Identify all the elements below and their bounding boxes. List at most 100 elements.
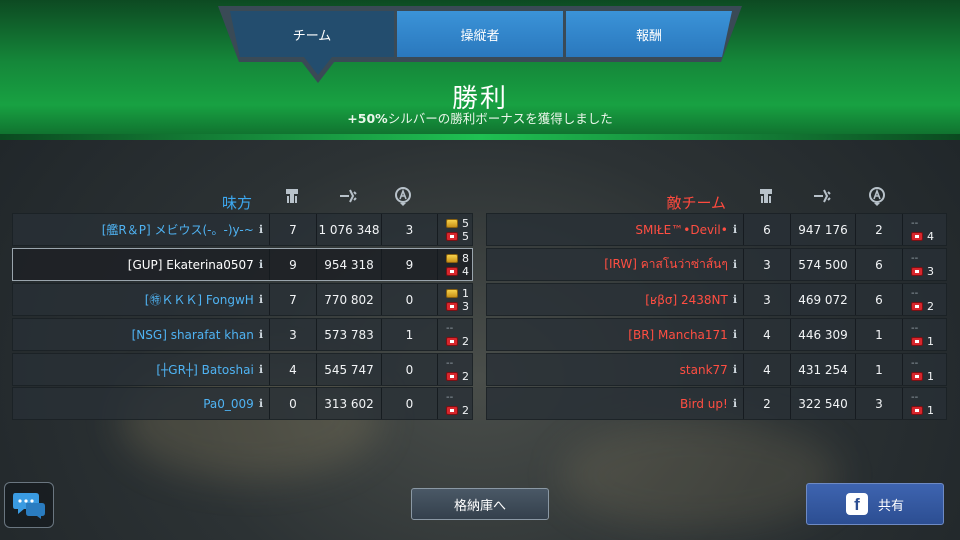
kills-value: 7 xyxy=(269,214,316,245)
kills-value: 2 xyxy=(743,388,790,419)
assists-value: 1 xyxy=(855,319,902,350)
chat-button[interactable] xyxy=(4,482,54,528)
chat-bubbles-icon xyxy=(13,493,45,519)
info-icon[interactable]: ℹ xyxy=(259,258,263,271)
player-name: [IRW] คาสโนว่าซ่าส์นๆ xyxy=(604,257,728,271)
info-icon[interactable]: ℹ xyxy=(259,363,263,376)
no-medal: -- xyxy=(446,322,454,334)
medals-cell: -- 2 xyxy=(902,284,948,315)
robot-destroyed-count: 2 xyxy=(462,334,469,348)
gold-medal-icon xyxy=(446,253,458,263)
ally-row[interactable]: [┼GR┼] Batoshai ℹ 4 545 747 0 -- 2 xyxy=(12,353,473,386)
player-name: [ʁβσ] 2438NT xyxy=(645,292,728,307)
tab-team[interactable]: チーム xyxy=(230,11,394,57)
info-icon[interactable]: ℹ xyxy=(259,397,263,410)
info-icon[interactable]: ℹ xyxy=(259,223,263,236)
enemy-row[interactable]: SMIŁE™•Devil• ℹ 6 947 176 2 -- 4 xyxy=(486,213,947,246)
ally-row-self[interactable]: [GUP] Ekaterina0507 ℹ 9 954 318 9 8 4 xyxy=(12,248,473,281)
assists-value: 0 xyxy=(381,354,437,385)
robot-destroyed-count: 3 xyxy=(462,299,469,313)
damage-value: 322 540 xyxy=(790,388,855,419)
robot-destroyed-icon xyxy=(446,266,458,276)
enemy-team-title: 敵チーム xyxy=(666,194,726,212)
enemy-row[interactable]: [BR] Mancha171 ℹ 4 446 309 1 -- 1 xyxy=(486,318,947,351)
tab-pilots[interactable]: 操縦者 xyxy=(397,11,563,57)
gold-medal-count: 5 xyxy=(462,216,469,230)
tab-rewards-label: 報酬 xyxy=(635,28,662,44)
share-label: 共有 xyxy=(877,498,904,514)
tab-pilots-label: 操縦者 xyxy=(460,28,500,44)
ally-row[interactable]: [艦R＆P] メビウス(-。-)y-~ ℹ 7 1 076 348 3 5 5 xyxy=(12,213,473,246)
damage-value: 947 176 xyxy=(790,214,855,245)
tab-rewards[interactable]: 報酬 xyxy=(566,11,732,57)
enemy-row[interactable]: [ʁβσ] 2438NT ℹ 3 469 072 6 -- 2 xyxy=(486,283,947,316)
info-icon[interactable]: ℹ xyxy=(733,258,737,271)
info-icon[interactable]: ℹ xyxy=(733,397,737,410)
medals-cell: 8 4 xyxy=(437,249,474,280)
damage-icon xyxy=(340,189,357,203)
robot-destroyed-icon xyxy=(446,301,458,311)
player-name: [㊕ＫＫＫ] FongwH xyxy=(144,293,254,307)
robot-destroyed-icon xyxy=(911,336,923,346)
info-icon[interactable]: ℹ xyxy=(733,293,737,306)
player-name: [┼GR┼] Batoshai xyxy=(156,362,254,377)
robot-destroyed-icon xyxy=(446,336,458,346)
ally-team-title: 味方 xyxy=(221,194,252,212)
tab-team-label: チーム xyxy=(292,28,332,44)
kills-value: 6 xyxy=(743,214,790,245)
assists-value: 1 xyxy=(855,354,902,385)
player-name: Pa0_009 xyxy=(203,396,254,411)
no-medal: -- xyxy=(911,252,919,264)
robot-destroyed-count: 1 xyxy=(927,369,934,383)
info-icon[interactable]: ℹ xyxy=(259,328,263,341)
no-medal: -- xyxy=(911,287,919,299)
damage-value: 313 602 xyxy=(316,388,381,419)
robot-destroyed-count: 4 xyxy=(927,229,934,243)
damage-value: 545 747 xyxy=(316,354,381,385)
enemy-row[interactable]: Bird up! ℹ 2 322 540 3 -- 1 xyxy=(486,387,947,420)
damage-value: 1 076 348 xyxy=(316,214,381,245)
go-to-hangar-label: 格納庫へ xyxy=(453,498,506,514)
enemy-row[interactable]: stank77 ℹ 4 431 254 1 -- 1 xyxy=(486,353,947,386)
damage-value: 469 072 xyxy=(790,284,855,315)
assists-value: 3 xyxy=(855,388,902,419)
ally-row[interactable]: [㊕ＫＫＫ] FongwH ℹ 7 770 802 0 1 3 xyxy=(12,283,473,316)
robot-destroyed-icon xyxy=(911,266,923,276)
info-icon[interactable]: ℹ xyxy=(733,363,737,376)
robot-destroyed-count: 3 xyxy=(927,264,934,278)
kills-value: 4 xyxy=(269,354,316,385)
robot-destroyed-icon xyxy=(446,405,458,415)
player-name: SMIŁE™•Devil• xyxy=(635,222,728,237)
robot-destroyed-icon xyxy=(911,301,923,311)
kills-value: 7 xyxy=(269,284,316,315)
info-icon[interactable]: ℹ xyxy=(733,223,737,236)
assists-value: 2 xyxy=(855,214,902,245)
kills-value: 3 xyxy=(269,319,316,350)
medals-cell: -- 2 xyxy=(437,388,474,419)
player-name: stank77 xyxy=(679,362,728,377)
player-name: [艦R＆P] メビウス(-。-)y-~ xyxy=(101,223,254,237)
kills-value: 9 xyxy=(269,249,316,280)
result-subtitle: +50%シルバーの勝利ボーナスを獲得しました xyxy=(0,108,960,127)
medals-cell: 1 3 xyxy=(437,284,474,315)
info-icon[interactable]: ℹ xyxy=(259,293,263,306)
enemy-row[interactable]: [IRW] คาสโนว่าซ่าส์นๆ ℹ 3 574 500 6 -- 3 xyxy=(486,248,947,281)
medals-cell: 5 5 xyxy=(437,214,474,245)
damage-value: 431 254 xyxy=(790,354,855,385)
no-medal: -- xyxy=(911,357,919,369)
no-medal: -- xyxy=(446,357,454,369)
medals-cell: -- 3 xyxy=(902,249,948,280)
info-icon[interactable]: ℹ xyxy=(733,328,737,341)
gold-medal-count: 1 xyxy=(462,286,469,300)
share-button[interactable]: f 共有 xyxy=(806,483,944,525)
ally-row[interactable]: Pa0_009 ℹ 0 313 602 0 -- 2 xyxy=(12,387,473,420)
go-to-hangar-button[interactable]: 格納庫へ xyxy=(411,488,549,520)
kills-value: 3 xyxy=(743,249,790,280)
damage-value: 770 802 xyxy=(316,284,381,315)
ally-row[interactable]: [NSG] sharafat khan ℹ 3 573 783 1 -- 2 xyxy=(12,318,473,351)
damage-icon xyxy=(814,189,831,203)
robot-destroyed-count: 1 xyxy=(927,403,934,417)
gold-medal-count: 8 xyxy=(462,251,469,265)
medals-cell: -- 2 xyxy=(437,354,474,385)
no-medal: -- xyxy=(446,391,454,403)
